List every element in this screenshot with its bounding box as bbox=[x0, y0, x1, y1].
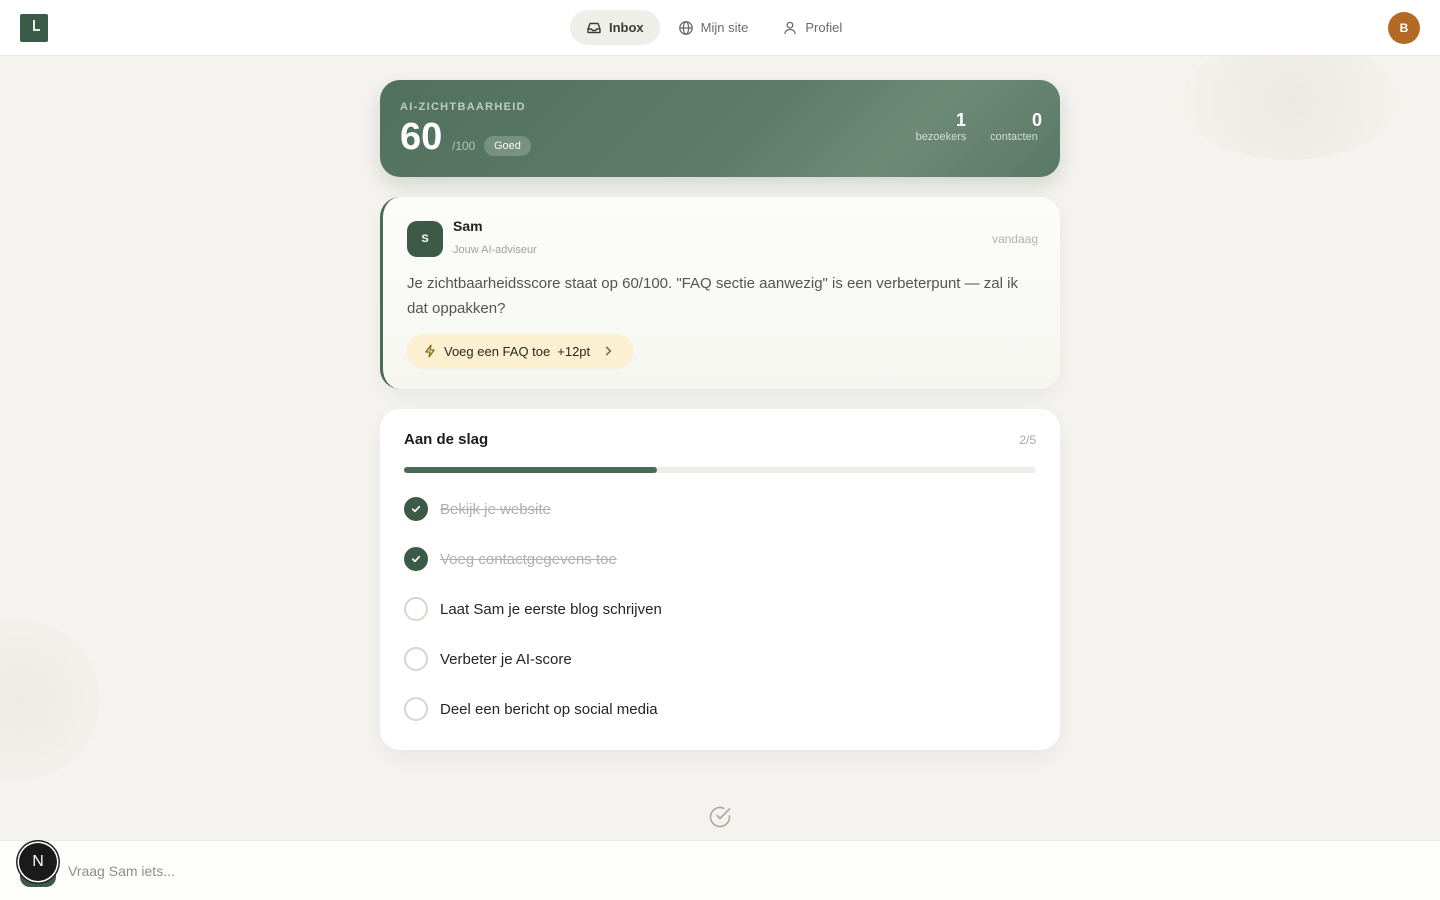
top-bar: Inbox Mijn site Profiel B bbox=[0, 0, 1440, 56]
nav-item-label: Inbox bbox=[609, 20, 644, 35]
stat-label: contacten bbox=[990, 131, 1038, 143]
user-icon bbox=[784, 21, 797, 34]
task-item[interactable]: Bekijk je website bbox=[404, 497, 551, 521]
checkmark-icon bbox=[411, 505, 421, 513]
stat-label: bezoekers bbox=[915, 131, 967, 143]
onboarding-checklist: Aan de slag 2/5 Bekijk je website Voeg c… bbox=[380, 409, 1060, 750]
task-item[interactable]: Voeg contactgegevens toe bbox=[404, 547, 617, 571]
chevron-right-icon bbox=[605, 346, 612, 356]
assistant-badge[interactable]: N bbox=[19, 843, 57, 881]
nav-item-inbox[interactable]: Inbox bbox=[570, 10, 660, 45]
task-label: Bekijk je website bbox=[440, 500, 551, 518]
stat-value: 1 bbox=[955, 110, 966, 130]
checkmark-icon bbox=[411, 555, 421, 563]
status-badge: Goed bbox=[484, 136, 531, 156]
checklist-count: 2/5 bbox=[1019, 433, 1036, 447]
main-nav: Inbox Mijn site Profiel bbox=[570, 10, 858, 45]
add-faq-button[interactable]: Voeg een FAQ toe +12pt bbox=[407, 334, 634, 368]
task-checkbox[interactable] bbox=[404, 547, 428, 571]
score-label: AI-ZICHTBAARHEID bbox=[400, 101, 526, 113]
checklist-title: Aan de slag bbox=[404, 431, 489, 448]
task-item[interactable]: Deel een bericht op social media bbox=[404, 697, 658, 721]
task-checkbox[interactable] bbox=[404, 647, 428, 671]
sender-role: Jouw AI-adviseur bbox=[453, 244, 537, 256]
action-label: Voeg een FAQ toe bbox=[444, 343, 551, 359]
ai-visibility-card[interactable]: AI-ZICHTBAARHEID 60 /100 Goed 1 bezoeker… bbox=[380, 80, 1060, 177]
user-avatar[interactable]: B bbox=[1388, 12, 1420, 44]
task-checkbox[interactable] bbox=[404, 697, 428, 721]
action-points: +12pt bbox=[557, 343, 591, 359]
task-label: Deel een bericht op social media bbox=[440, 700, 658, 718]
stat-contacts: 0 contacten bbox=[986, 110, 1042, 143]
background-glow bbox=[0, 620, 100, 780]
sam-avatar: S bbox=[407, 221, 443, 257]
task-item[interactable]: Verbeter je AI-score bbox=[404, 647, 572, 671]
task-item[interactable]: Laat Sam je eerste blog schrijven bbox=[404, 597, 662, 621]
checklist-progress-bar bbox=[404, 467, 1036, 473]
task-label: Laat Sam je eerste blog schrijven bbox=[440, 600, 662, 618]
task-checkbox[interactable] bbox=[404, 497, 428, 521]
nav-item-label: Mijn site bbox=[700, 20, 749, 35]
message-timestamp: vandaag bbox=[991, 232, 1038, 246]
app-logo[interactable] bbox=[20, 14, 48, 42]
nav-item-profiel[interactable]: Profiel bbox=[766, 10, 858, 45]
nav-item-label: Profiel bbox=[805, 20, 843, 35]
task-label: Voeg contactgegevens toe bbox=[440, 550, 617, 568]
inbox-icon bbox=[587, 22, 601, 33]
score-max: /100 bbox=[452, 139, 476, 153]
message-text: Je zichtbaarheidsscore staat op 60/100. … bbox=[407, 275, 1018, 317]
check-circle-icon bbox=[709, 806, 731, 828]
progress-fill bbox=[404, 467, 657, 473]
task-label: Verbeter je AI-score bbox=[440, 650, 572, 668]
ask-sam-input[interactable] bbox=[60, 855, 960, 887]
sam-message-card: S Sam Jouw AI-adviseur vandaag Je zichtb… bbox=[380, 197, 1060, 389]
stat-value: 0 bbox=[1031, 110, 1042, 130]
nav-item-mijn-site[interactable]: Mijn site bbox=[662, 10, 765, 45]
lightning-icon bbox=[425, 344, 435, 358]
background-glow bbox=[1180, 40, 1400, 160]
globe-icon bbox=[678, 20, 693, 35]
score-value: 60 bbox=[400, 116, 443, 158]
task-checkbox[interactable] bbox=[404, 597, 428, 621]
stat-visitors: 1 bezoekers bbox=[912, 110, 970, 143]
sender-name: Sam bbox=[453, 218, 483, 234]
